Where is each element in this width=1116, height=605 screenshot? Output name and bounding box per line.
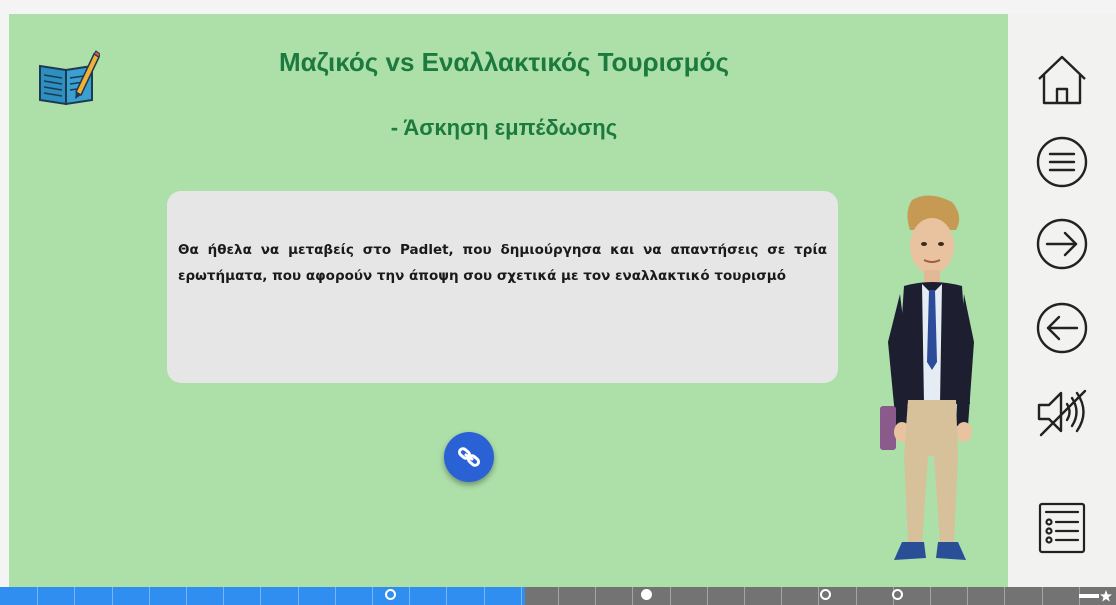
progress-segment-divider [744,587,745,605]
progress-segment-divider [484,587,485,605]
slide-stage: Μαζικός vs Εναλλακτικός Τουρισμός - Άσκη… [9,14,1008,587]
progress-segment-divider [781,587,782,605]
progress-segment-divider [335,587,336,605]
progress-segment-divider [1042,587,1043,605]
progress-segment-divider [670,587,671,605]
instruction-text: Θα ήθελα να μεταβείς στο Padlet, που δημ… [178,242,827,284]
slide-progress-bar[interactable] [0,587,1116,605]
progress-segment-divider [1004,587,1005,605]
menu-button[interactable] [1034,134,1090,190]
progress-segment-divider [707,587,708,605]
navigation-sidebar [1008,14,1116,587]
progress-marker-1[interactable] [385,589,396,600]
menu-icon [1036,136,1088,188]
home-button[interactable] [1034,52,1090,108]
instruction-card: Θα ήθελα να μεταβείς στο Padlet, που δημ… [167,191,838,383]
previous-button[interactable] [1034,300,1090,356]
checklist-icon [1038,502,1086,554]
arrow-left-icon [1036,302,1088,354]
progress-segment-divider [112,587,113,605]
arrow-right-icon [1036,218,1088,270]
progress-segment-divider [558,587,559,605]
home-icon [1038,55,1086,105]
checklist-button[interactable] [1034,500,1090,556]
next-button[interactable] [1034,216,1090,272]
progress-segment-divider [632,587,633,605]
book-pencil-icon [39,50,100,106]
progress-segment-divider [186,587,187,605]
progress-segment-divider [372,587,373,605]
progress-segment-divider [818,587,819,605]
progress-segment-divider [930,587,931,605]
progress-marker-4[interactable] [892,589,903,600]
progress-segment-divider [446,587,447,605]
teacher-avatar [880,195,974,560]
progress-segment-divider [74,587,75,605]
progress-marker-2[interactable] [641,589,652,600]
progress-segment-divider [856,587,857,605]
progress-segment-divider [409,587,410,605]
progress-segment-divider [223,587,224,605]
progress-segment-divider [967,587,968,605]
mute-button[interactable] [1034,384,1090,440]
progress-segment-divider [298,587,299,605]
progress-segment-divider [149,587,150,605]
page-title: Μαζικός vs Εναλλακτικός Τουρισμός [279,47,729,77]
progress-segment-divider [260,587,261,605]
link-icon [457,447,481,467]
padlet-link-button[interactable] [444,432,494,482]
progress-marker-3[interactable] [820,589,831,600]
progress-segment-divider [37,587,38,605]
speaker-muted-icon [1037,389,1087,437]
star-icon[interactable] [1079,588,1113,604]
page-subtitle: - Άσκηση εμπέδωσης [390,115,618,140]
progress-segment-divider [521,587,522,605]
progress-segment-divider [595,587,596,605]
